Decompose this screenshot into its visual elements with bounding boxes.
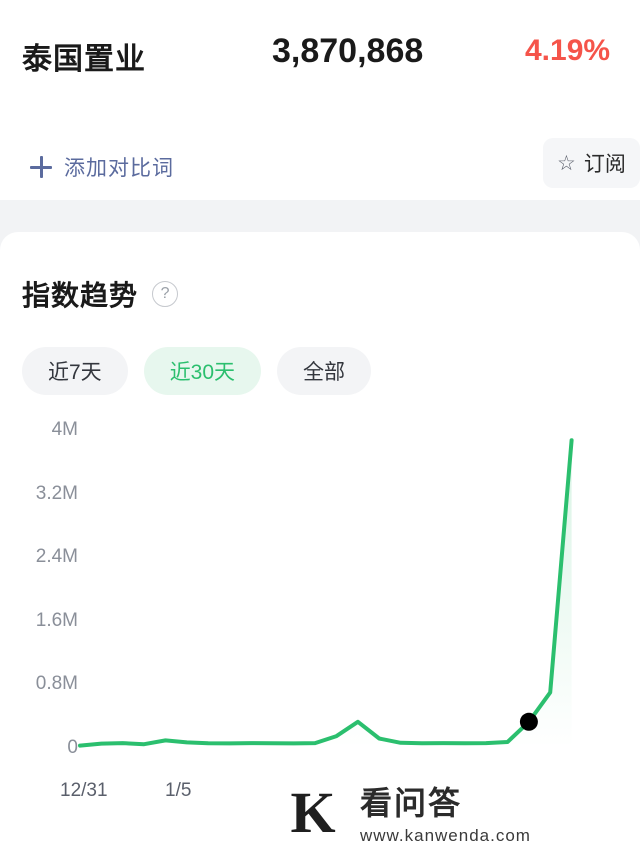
y-tick-label: 3.2M [35,482,78,504]
tab-last-7-days[interactable]: 近7天 [22,347,128,395]
star-icon: ☆ [557,151,576,175]
x-axis: 12/31 1/5 [0,780,640,820]
y-axis: 0 0.8M 1.6M 2.4M 3.2M 4M [0,418,78,778]
add-compare-button[interactable]: 添加对比词 [30,152,174,182]
change-percent: 4.19% [525,34,611,67]
range-tabs: 近7天 近30天 全部 [22,347,372,395]
card-title: 指数趋势 [22,280,139,311]
y-tick-label: 4M [51,419,78,440]
sub-toolbar: 添加对比词 ☆ 订阅 [0,108,640,200]
header-bar: 泰国置业 3,870,868 4.19% [0,0,640,108]
plus-icon [30,156,52,178]
index-value: 3,870,868 [272,32,424,70]
subscribe-button[interactable]: ☆ 订阅 [543,138,640,188]
subscribe-label: 订阅 [583,153,626,176]
chart-area: 0 0.8M 1.6M 2.4M 3.2M 4M 12/31 1/5 [0,418,640,838]
y-tick-label: 0.8M [35,673,78,695]
chart-line [78,438,574,748]
chart-marker-point[interactable] [519,712,538,731]
add-compare-label: 添加对比词 [64,157,174,180]
trend-card: 指数趋势 ? 近7天 近30天 全部 0 0.8M 1.6M 2.4M 3.2M 4M 1… [0,232,640,854]
card-title-row: 指数趋势 ? [22,274,179,314]
page-root: 泰国置业 3,870,868 4.19% 添加对比词 ☆ 订阅 指数趋势 ? 近… [0,0,640,854]
chart-plot[interactable] [78,418,640,778]
trend-line-chart [78,438,574,748]
y-tick-label: 2.4M [35,546,78,568]
tab-last-30-days[interactable]: 近30天 [143,347,262,395]
question-mark-icon[interactable]: ? [152,281,179,307]
y-tick-label: 0 [67,737,78,758]
keyword-title: 泰国置业 [22,43,146,76]
y-tick-label: 1.6M [35,609,78,631]
tab-all[interactable]: 全部 [277,347,372,395]
x-tick-label: 1/5 [165,780,192,801]
x-tick-label: 12/31 [60,780,108,801]
chart-area-fill [80,440,572,748]
